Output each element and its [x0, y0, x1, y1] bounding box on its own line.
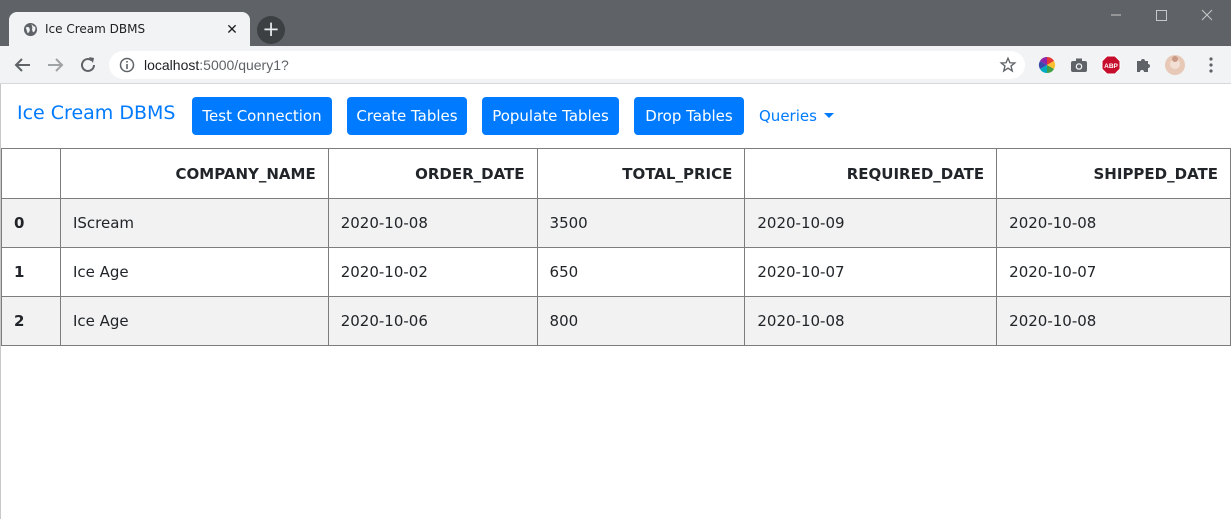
- test-connection-button[interactable]: Test Connection: [192, 97, 332, 135]
- shipped-date-cell: 2020-10-08: [996, 198, 1231, 248]
- column-header-order-date: ORDER_DATE: [327, 148, 538, 199]
- column-header-shipped-date: SHIPPED_DATE: [996, 148, 1231, 199]
- brand-link[interactable]: Ice Cream DBMS: [17, 102, 175, 124]
- table-row: 1 Ice Age 2020-10-02 650 2020-10-07 2020…: [1, 247, 1231, 297]
- queries-label: Queries: [759, 107, 817, 125]
- order-date-cell: 2020-10-06: [327, 296, 538, 346]
- shipped-date-cell: 2020-10-07: [996, 247, 1231, 297]
- url-host: localhost: [144, 57, 200, 73]
- kebab-menu-icon[interactable]: [1201, 55, 1221, 75]
- browser-toolbar: localhost:5000/query1? ABP: [0, 46, 1231, 84]
- drop-tables-button[interactable]: Drop Tables: [634, 97, 744, 135]
- forward-arrow-icon[interactable]: [43, 53, 67, 77]
- browser-tab[interactable]: Ice Cream DBMS ✕: [9, 12, 250, 46]
- total-price-cell: 800: [536, 296, 746, 346]
- column-header-total-price: TOTAL_PRICE: [536, 148, 746, 199]
- url-path: :5000/query1?: [199, 57, 289, 73]
- globe-icon: [23, 22, 38, 37]
- order-date-cell: 2020-10-08: [327, 198, 538, 248]
- minimize-icon[interactable]: [1096, 4, 1136, 26]
- page-content: Ice Cream DBMS Test Connection Create Ta…: [0, 84, 1231, 519]
- back-arrow-icon[interactable]: [11, 53, 35, 77]
- required-date-cell: 2020-10-07: [744, 247, 998, 297]
- address-bar[interactable]: localhost:5000/query1?: [109, 51, 1025, 79]
- order-date-cell: 2020-10-02: [327, 247, 538, 297]
- camera-icon[interactable]: [1069, 55, 1089, 75]
- adblock-icon[interactable]: ABP: [1101, 55, 1121, 75]
- shipped-date-cell: 2020-10-08: [996, 296, 1231, 346]
- column-header-company-name: COMPANY_NAME: [59, 148, 329, 199]
- company-name-cell: Ice Age: [59, 247, 329, 297]
- browser-tabstrip: Ice Cream DBMS ✕ +: [0, 0, 1231, 46]
- company-name-cell: Ice Age: [59, 296, 329, 346]
- populate-tables-button[interactable]: Populate Tables: [482, 97, 619, 135]
- navbar: Ice Cream DBMS Test Connection Create Ta…: [1, 84, 1231, 148]
- puzzle-icon[interactable]: [1133, 55, 1153, 75]
- reload-icon[interactable]: [76, 53, 100, 77]
- queries-dropdown[interactable]: Queries: [759, 107, 834, 125]
- info-icon[interactable]: [119, 57, 135, 73]
- row-index: 0: [1, 198, 61, 248]
- bookmark-star-icon[interactable]: [999, 56, 1017, 74]
- company-name-cell: IScream: [59, 198, 329, 248]
- results-table: COMPANY_NAME ORDER_DATE TOTAL_PRICE REQU…: [1, 148, 1231, 346]
- maximize-icon[interactable]: [1141, 4, 1181, 26]
- color-picker-icon[interactable]: [1037, 55, 1057, 75]
- close-tab-icon[interactable]: ✕: [223, 20, 241, 38]
- new-tab-button[interactable]: +: [257, 16, 285, 44]
- url-text[interactable]: localhost:5000/query1?: [144, 57, 289, 73]
- tab-title: Ice Cream DBMS: [45, 22, 146, 36]
- table-header-row: COMPANY_NAME ORDER_DATE TOTAL_PRICE REQU…: [1, 148, 1231, 199]
- svg-text:ABP: ABP: [1104, 63, 1118, 70]
- total-price-cell: 3500: [536, 198, 746, 248]
- table-row: 2 Ice Age 2020-10-06 800 2020-10-08 2020…: [1, 296, 1231, 346]
- total-price-cell: 650: [536, 247, 746, 297]
- required-date-cell: 2020-10-09: [744, 198, 998, 248]
- window-close-icon[interactable]: [1187, 4, 1227, 26]
- profile-avatar[interactable]: [1165, 55, 1185, 75]
- required-date-cell: 2020-10-08: [744, 296, 998, 346]
- create-tables-button[interactable]: Create Tables: [347, 97, 467, 135]
- column-header-index: [1, 148, 61, 199]
- table-row: 0 IScream 2020-10-08 3500 2020-10-09 202…: [1, 198, 1231, 248]
- column-header-required-date: REQUIRED_DATE: [744, 148, 998, 199]
- row-index: 2: [1, 296, 61, 346]
- caret-down-icon: [823, 113, 834, 118]
- row-index: 1: [1, 247, 61, 297]
